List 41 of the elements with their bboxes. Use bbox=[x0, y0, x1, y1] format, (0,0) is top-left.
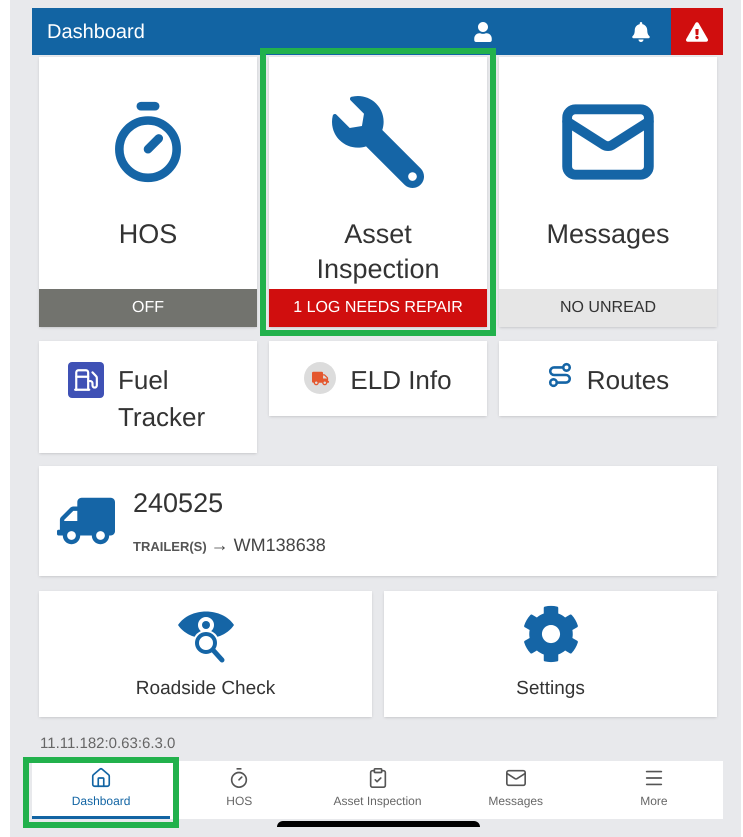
tile-status: NO UNREAD bbox=[499, 289, 717, 327]
module-tile[interactable]: Messages NO UNREAD bbox=[499, 57, 717, 327]
tile-title: Asset Inspection bbox=[315, 218, 441, 286]
vehicle-number: 240525 bbox=[133, 487, 224, 520]
gear-icon bbox=[522, 604, 580, 663]
nav-tab[interactable]: More bbox=[584, 761, 724, 819]
trailer-value: → WM138638 bbox=[210, 534, 326, 557]
fuel-pump-icon bbox=[68, 362, 104, 398]
envelope-icon bbox=[504, 767, 527, 789]
tile-status: OFF bbox=[39, 289, 257, 327]
alert-button[interactable] bbox=[671, 8, 723, 55]
tile-status: 1 LOG NEEDS REPAIR bbox=[269, 289, 487, 327]
trailer-label: TRAILER(S) bbox=[133, 538, 207, 556]
nav-tab[interactable]: Dashboard bbox=[32, 761, 170, 819]
vehicle-card[interactable]: 240525 TRAILER(S) → WM138638 bbox=[39, 466, 717, 576]
nav-tab[interactable]: HOS bbox=[170, 761, 308, 819]
shortcut-tile[interactable]: Fuel Tracker bbox=[39, 341, 257, 453]
shortcut-tile[interactable]: ELD Info bbox=[269, 341, 487, 416]
module-tile[interactable]: Asset Inspection 1 LOG NEEDS REPAIR bbox=[269, 57, 487, 327]
tile-title: ELD Info bbox=[350, 364, 452, 397]
header-title: Dashboard bbox=[47, 20, 146, 44]
version-text: 11.11.182:0.63:6.3.0 bbox=[40, 735, 176, 753]
route-icon bbox=[546, 362, 573, 388]
tile-title: HOS bbox=[118, 218, 178, 251]
user-icon bbox=[473, 22, 493, 42]
tile-title: Messages bbox=[545, 218, 671, 251]
tile-title: Routes bbox=[586, 364, 670, 397]
truck-icon bbox=[304, 362, 336, 394]
shortcut-tile[interactable]: Settings bbox=[384, 591, 717, 717]
home-icon bbox=[90, 767, 112, 789]
tile-title: Settings bbox=[516, 676, 585, 701]
warning-icon bbox=[686, 20, 708, 42]
tile-title: Fuel Tracker bbox=[118, 364, 206, 434]
module-tile[interactable]: HOS OFF bbox=[39, 57, 257, 327]
bell-icon bbox=[631, 22, 651, 42]
nav-tab[interactable]: Asset Inspection bbox=[308, 761, 447, 819]
shortcut-tile[interactable]: Roadside Check bbox=[39, 591, 372, 717]
shortcut-tile[interactable]: Routes bbox=[499, 341, 717, 416]
tile-title: Roadside Check bbox=[136, 676, 276, 701]
nav-tab[interactable]: Messages bbox=[446, 761, 585, 819]
wrench-icon bbox=[332, 96, 424, 188]
